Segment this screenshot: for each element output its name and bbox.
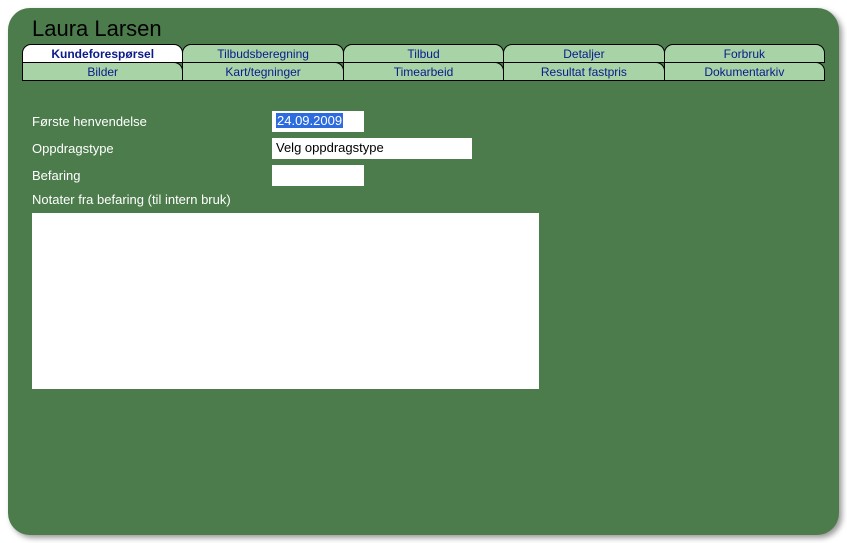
page-title: Laura Larsen bbox=[8, 16, 839, 44]
label-assignment-type: Oppdragstype bbox=[32, 141, 272, 156]
label-notes: Notater fra befaring (til intern bruk) bbox=[32, 192, 815, 207]
tab-row-2: Bilder Kart/tegninger Timearbeid Resulta… bbox=[22, 62, 825, 81]
tabs-container: Kundeforespørsel Tilbudsberegning Tilbud… bbox=[8, 44, 839, 81]
label-first-contact: Første henvendelse bbox=[32, 114, 272, 129]
tab-tilbudsberegning[interactable]: Tilbudsberegning bbox=[182, 44, 343, 63]
row-inspection: Befaring bbox=[32, 165, 815, 186]
input-inspection-date[interactable] bbox=[272, 165, 364, 186]
row-assignment-type: Oppdragstype Velg oppdragstype bbox=[32, 138, 815, 159]
tab-row-1: Kundeforespørsel Tilbudsberegning Tilbud… bbox=[22, 44, 825, 63]
form-area: Første henvendelse 24.09.2009 Oppdragsty… bbox=[8, 81, 839, 389]
textarea-notes[interactable] bbox=[32, 213, 539, 389]
row-first-contact: Første henvendelse 24.09.2009 bbox=[32, 111, 815, 132]
input-first-contact-date[interactable]: 24.09.2009 bbox=[272, 111, 364, 132]
first-contact-date-value: 24.09.2009 bbox=[276, 113, 343, 128]
tab-kundeforesporsel[interactable]: Kundeforespørsel bbox=[22, 44, 183, 63]
tab-kart-tegninger[interactable]: Kart/tegninger bbox=[182, 62, 343, 81]
customer-card: Laura Larsen Kundeforespørsel Tilbudsber… bbox=[8, 8, 839, 535]
tab-resultat-fastpris[interactable]: Resultat fastpris bbox=[503, 62, 664, 81]
tab-dokumentarkiv[interactable]: Dokumentarkiv bbox=[664, 62, 825, 81]
tab-detaljer[interactable]: Detaljer bbox=[503, 44, 664, 63]
tab-bilder[interactable]: Bilder bbox=[22, 62, 183, 81]
tab-forbruk[interactable]: Forbruk bbox=[664, 44, 825, 63]
tab-timearbeid[interactable]: Timearbeid bbox=[343, 62, 504, 81]
label-inspection: Befaring bbox=[32, 168, 272, 183]
select-assignment-type[interactable]: Velg oppdragstype bbox=[272, 138, 472, 159]
tab-tilbud[interactable]: Tilbud bbox=[343, 44, 504, 63]
